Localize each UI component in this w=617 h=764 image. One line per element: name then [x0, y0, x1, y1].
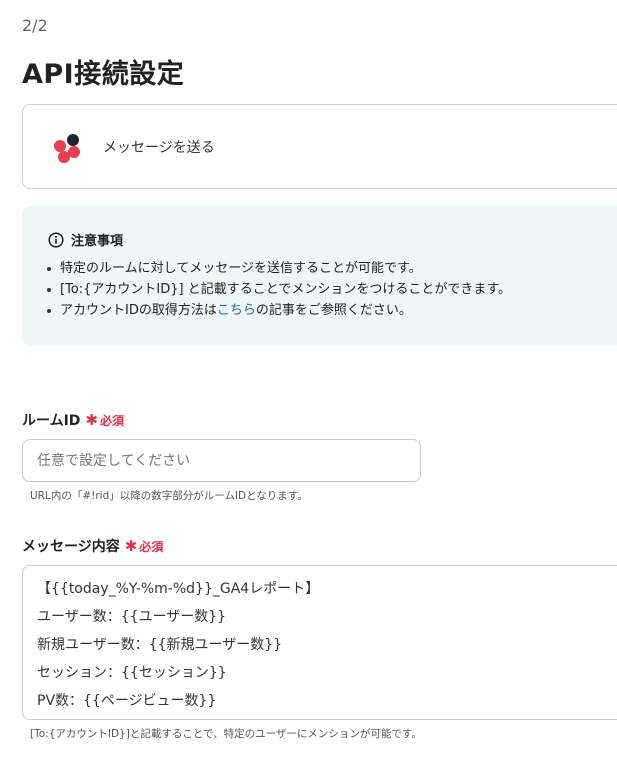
action-card[interactable]: メッセージを送る [22, 104, 617, 189]
notice-item: [To:{アカウントID}] と記載することでメンションをつけることができます。 [44, 279, 511, 300]
message-line: 【{{today_%Y-%m-%d}}_GA4レポート】 [37, 581, 320, 597]
room-id-help: URL内の「#!rid」以降の数字部分がルームIDとなります。 [30, 490, 308, 502]
room-id-input[interactable] [22, 439, 421, 482]
action-label: メッセージを送る [103, 140, 215, 156]
notice-header: 注意事項 [48, 230, 123, 249]
notice-item-text: アカウントIDの取得方法は [60, 303, 217, 318]
room-id-label-text: ルームID [22, 413, 81, 429]
message-label: メッセージ内容 ✱ 必須 [22, 536, 163, 556]
notice-box: 注意事項 特定のルームに対してメッセージを送信することが可能です。 [To:{ア… [22, 206, 617, 345]
message-line: ユーザー数：{{ユーザー数}} [37, 609, 227, 625]
message-label-text: メッセージ内容 [22, 539, 120, 555]
message-line: PV数：{{ページビュー数}} [37, 693, 217, 709]
info-icon [48, 231, 64, 248]
notice-item: 特定のルームに対してメッセージを送信することが可能です。 [44, 258, 511, 279]
notice-list: 特定のルームに対してメッセージを送信することが可能です。 [To:{アカウントI… [44, 258, 511, 321]
message-textarea[interactable]: 【{{today_%Y-%m-%d}}_GA4レポート】 ユーザー数：{{ユーザ… [22, 565, 617, 720]
message-help: [To:{アカウントID}]と記載することで、特定のユーザーにメンションが可能で… [30, 728, 422, 740]
notice-item-text: の記事をご参照ください。 [255, 303, 412, 318]
message-line: 新規ユーザー数：{{新規ユーザー数}} [37, 637, 283, 653]
room-id-label: ルームID ✱ 必須 [22, 410, 124, 430]
required-badge: 必須 [139, 539, 164, 554]
help-article-link[interactable]: こちら [217, 303, 256, 318]
chatwork-logo-icon [54, 134, 80, 163]
required-asterisk-icon: ✱ [124, 537, 138, 555]
message-line: セッション：{{セッション}} [37, 665, 227, 681]
page-title: API接続設定 [22, 59, 185, 90]
step-indicator: 2/2 [22, 16, 48, 35]
api-settings-page: 2/2 API接続設定 メッセージを送る 注意事項 特定のルームに対してメッセー… [0, 0, 617, 764]
notice-item: アカウントIDの取得方法はこちらの記事をご参照ください。 [44, 300, 511, 321]
required-asterisk-icon: ✱ [85, 411, 98, 429]
required-badge: 必須 [100, 413, 125, 428]
notice-title: 注意事項 [71, 234, 124, 249]
